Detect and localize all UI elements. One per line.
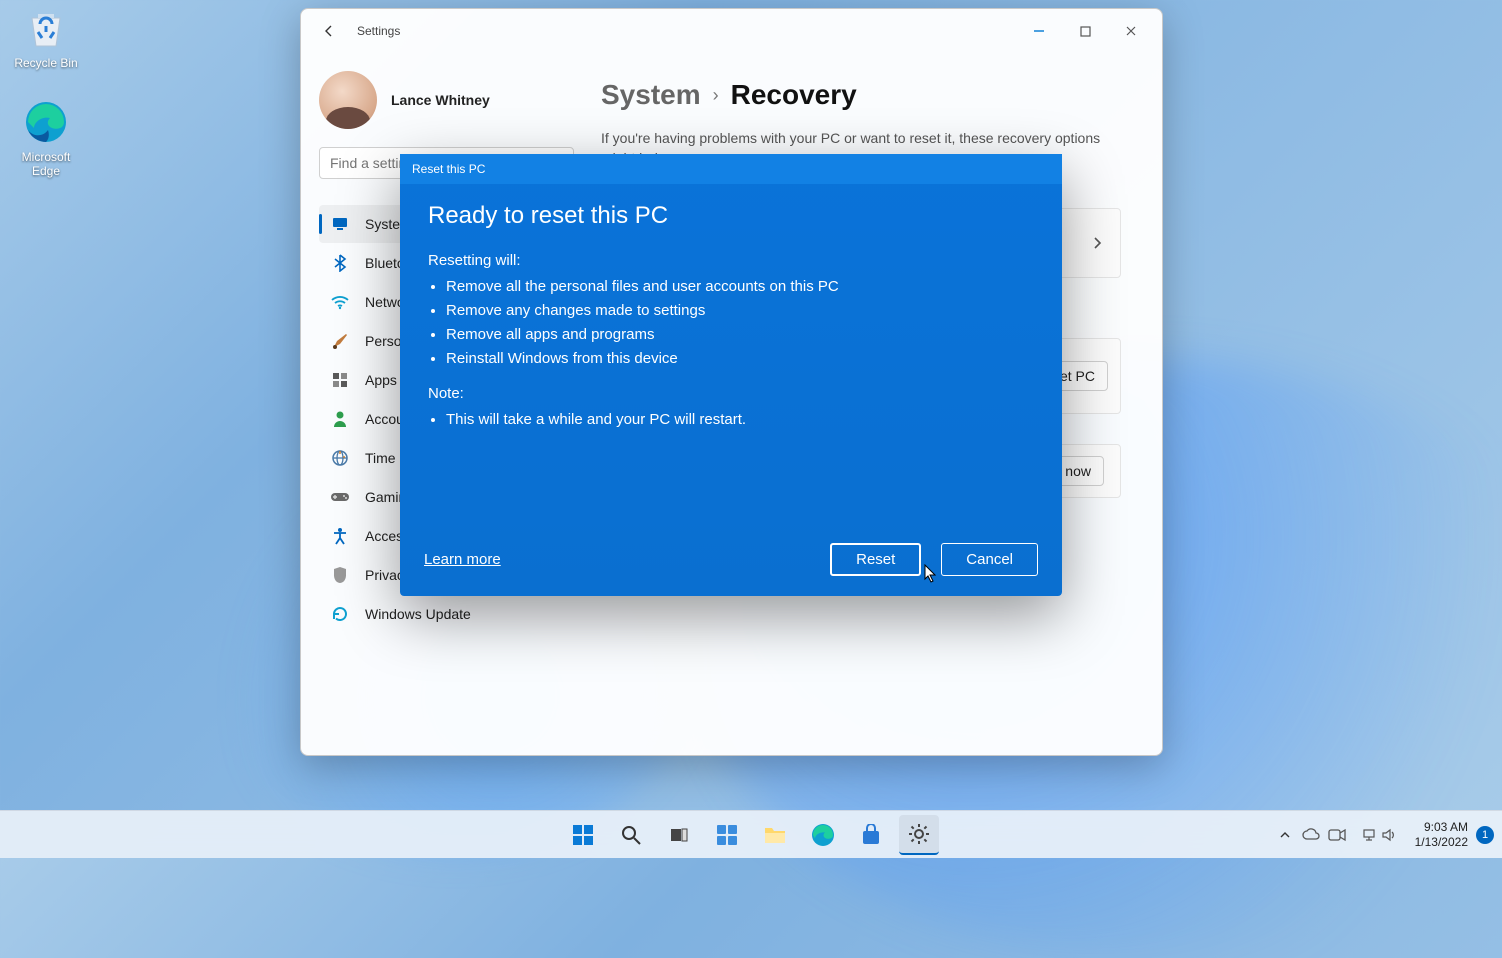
edge-taskbar-button[interactable] [803, 815, 843, 855]
settings-taskbar-button[interactable] [899, 815, 939, 855]
accessibility-icon [329, 525, 351, 547]
dialog-bullet: Remove all the personal files and user a… [446, 275, 1034, 299]
page-title: Recovery [731, 79, 857, 111]
taskbar-search-button[interactable] [611, 815, 651, 855]
desktop-icon-label: Microsoft Edge [22, 150, 71, 178]
meet-now-tray-icon[interactable] [1325, 815, 1349, 855]
desktop-icon-label: Recycle Bin [14, 56, 77, 70]
edge-icon [811, 823, 835, 847]
person-icon [329, 408, 351, 430]
dialog-subheading: Resetting will: [428, 252, 1034, 269]
notification-badge[interactable]: 1 [1476, 826, 1494, 844]
recycle-bin-icon [22, 4, 70, 52]
gamepad-icon [329, 486, 351, 508]
widgets-button[interactable] [707, 815, 747, 855]
close-icon [1125, 25, 1137, 37]
widgets-icon [715, 823, 739, 847]
sidebar-item-windows-update[interactable]: Windows Update [319, 595, 589, 633]
volume-icon [1381, 828, 1397, 842]
network-volume-tray[interactable] [1351, 815, 1407, 855]
monitor-icon [329, 213, 351, 235]
taskbar-clock[interactable]: 9:03 AM 1/13/2022 [1409, 820, 1474, 849]
gear-icon [907, 822, 931, 846]
globe-icon [329, 447, 351, 469]
search-icon [620, 824, 642, 846]
onedrive-tray-icon[interactable] [1299, 815, 1323, 855]
dialog-bullet: This will take a while and your PC will … [446, 408, 1034, 432]
shield-icon [329, 564, 351, 586]
learn-more-link[interactable]: Learn more [424, 551, 501, 568]
reset-pc-dialog: Reset this PC Ready to reset this PC Res… [400, 154, 1062, 596]
apps-icon [329, 369, 351, 391]
taskbar-date: 1/13/2022 [1415, 835, 1468, 849]
sidebar-item-label: Apps [365, 372, 397, 388]
chevron-right-icon: › [713, 85, 719, 106]
store-icon [860, 824, 882, 846]
dialog-title: Reset this PC [400, 154, 1062, 184]
profile-name: Lance Whitney [391, 92, 490, 108]
taskbar-time: 9:03 AM [1415, 820, 1468, 834]
arrow-left-icon [322, 24, 336, 38]
desktop-icon-recycle-bin[interactable]: Recycle Bin [6, 4, 86, 70]
cancel-button[interactable]: Cancel [941, 543, 1038, 576]
avatar [319, 71, 377, 129]
edge-icon [22, 98, 70, 146]
dialog-bullet: Reinstall Windows from this device [446, 347, 1034, 371]
minimize-button[interactable] [1016, 15, 1062, 47]
brush-icon [329, 330, 351, 352]
window-title: Settings [357, 24, 400, 38]
chevron-right-icon [1090, 236, 1104, 250]
taskbar: 9:03 AM 1/13/2022 1 [0, 810, 1502, 858]
dialog-heading: Ready to reset this PC [428, 202, 1034, 230]
windows-icon [571, 823, 595, 847]
window-titlebar: Settings [301, 9, 1162, 53]
tray-overflow-button[interactable] [1273, 815, 1297, 855]
task-view-icon [668, 824, 690, 846]
close-button[interactable] [1108, 15, 1154, 47]
maximize-icon [1080, 26, 1091, 37]
folder-icon [763, 824, 787, 846]
bluetooth-icon [329, 252, 351, 274]
wifi-icon [329, 291, 351, 313]
dialog-note-heading: Note: [428, 385, 1034, 402]
dialog-bullet: Remove any changes made to settings [446, 299, 1034, 323]
breadcrumb-parent[interactable]: System [601, 79, 701, 111]
sidebar-item-label: Windows Update [365, 606, 471, 622]
desktop-icon-edge[interactable]: Microsoft Edge [6, 98, 86, 178]
minimize-icon [1033, 25, 1045, 37]
network-icon [1361, 828, 1377, 842]
update-icon [329, 603, 351, 625]
maximize-button[interactable] [1062, 15, 1108, 47]
store-button[interactable] [851, 815, 891, 855]
file-explorer-button[interactable] [755, 815, 795, 855]
back-button[interactable] [315, 17, 343, 45]
camera-icon [1328, 828, 1346, 842]
task-view-button[interactable] [659, 815, 699, 855]
chevron-up-icon [1279, 829, 1291, 841]
start-button[interactable] [563, 815, 603, 855]
reset-button[interactable]: Reset [830, 543, 921, 576]
profile-section[interactable]: Lance Whitney [319, 71, 589, 129]
breadcrumb: System › Recovery [601, 79, 1132, 111]
cloud-icon [1302, 828, 1320, 842]
dialog-bullet: Remove all apps and programs [446, 323, 1034, 347]
